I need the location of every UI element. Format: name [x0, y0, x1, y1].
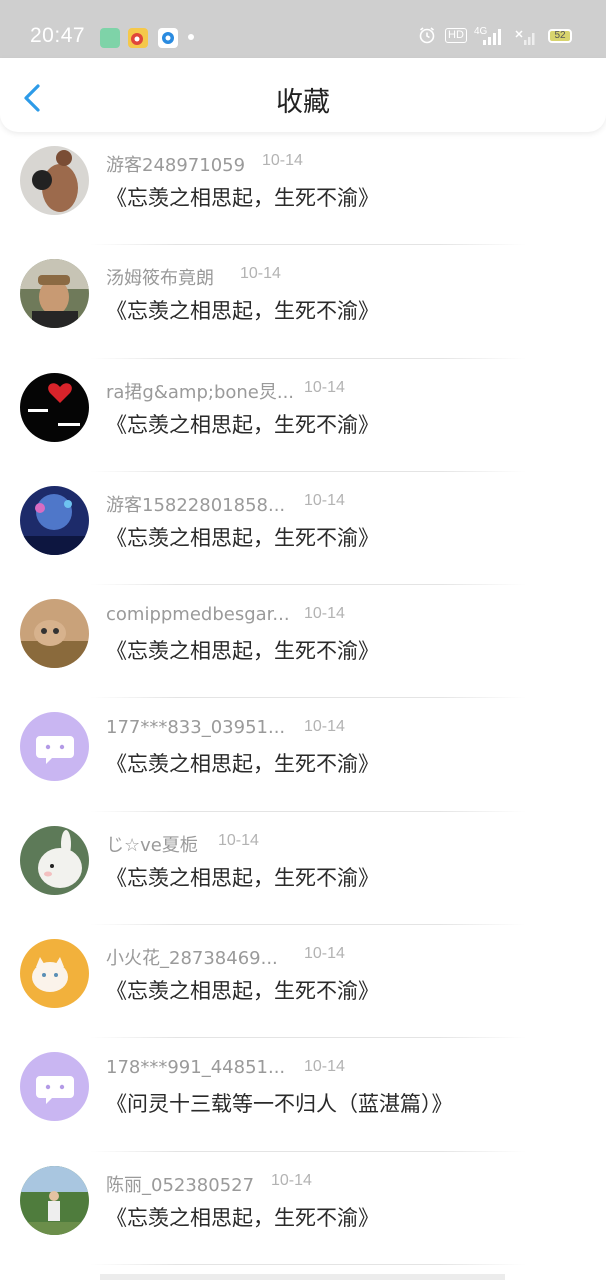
story-title: 《忘羡之相思起，生死不渝》 [106, 979, 379, 1004]
list-item[interactable]: 178***991_44851... 10-14 《问灵十三载等一不归人（蓝湛篇… [0, 1038, 606, 1152]
story-title: 《忘羡之相思起，生死不渝》 [106, 525, 379, 550]
avatar [20, 146, 89, 215]
item-date: 10-14 [304, 378, 345, 396]
list-item[interactable]: 177***833_03951... 10-14 《忘羡之相思起，生死不渝》 [0, 698, 606, 812]
user-name: comippmedbesgar... [106, 604, 290, 626]
item-date: 10-14 [240, 265, 281, 283]
item-date: 10-14 [262, 152, 303, 169]
story-title: 《忘羡之相思起，生死不渝》 [106, 639, 379, 664]
avatar [20, 939, 89, 1009]
more-notifications-dot [188, 34, 194, 40]
story-title: 《忘羡之相思起，生死不渝》 [106, 1205, 379, 1230]
user-name: ra捃g&amp;bone炅... [106, 381, 295, 403]
divider [90, 1263, 526, 1265]
item-date: 10-14 [304, 1058, 345, 1076]
page-title: 收藏 [276, 87, 330, 118]
item-date: 10-14 [304, 491, 345, 509]
user-name: 汤姆筱布竟朗 [106, 268, 214, 290]
story-title: 《忘羡之相思起，生死不渝》 [106, 299, 379, 324]
user-name: 178***991_44851... [106, 1057, 286, 1079]
list-item[interactable]: comippmedbesgar... 10-14 《忘羡之相思起，生死不渝》 [0, 585, 606, 699]
list-item[interactable]: ra捃g&amp;bone炅... 10-14 《忘羡之相思起，生死不渝》 [0, 359, 606, 472]
signal-2-icon [514, 28, 538, 49]
app-notification-icon [100, 28, 120, 48]
default-avatar [20, 712, 89, 782]
item-date: 10-14 [218, 831, 259, 849]
item-date: 10-14 [271, 1171, 312, 1189]
user-name: 小火花_28738469... [106, 948, 278, 970]
avatar [20, 259, 89, 329]
story-title: 《忘羡之相思起，生死不渝》 [106, 752, 379, 777]
list-item[interactable]: 陈丽_052380527 10-14 《忘羡之相思起，生死不渝》 [0, 1152, 606, 1265]
hd-icon: HD [445, 28, 467, 43]
avatar [20, 599, 89, 669]
header-bar: 收藏 [0, 58, 606, 132]
avatar [20, 372, 89, 442]
alarm-icon [418, 26, 436, 47]
story-title: 《忘羡之相思起，生死不渝》 [106, 412, 379, 437]
list-item[interactable]: 游客248971059 10-14 《忘羡之相思起，生死不渝》 [0, 132, 606, 246]
default-avatar [20, 1052, 89, 1122]
status-bar: 20:47 HD 4G 52 [0, 0, 606, 58]
list-item[interactable]: 汤姆筱布竟朗 10-14 《忘羡之相思起，生死不渝》 [0, 245, 606, 359]
weibo-icon [128, 28, 148, 48]
signal-icon [482, 28, 504, 49]
list-item[interactable]: 游客15822801858... 10-14 《忘羡之相思起，生死不渝》 [0, 472, 606, 586]
user-name: 游客15822801858... [106, 494, 286, 516]
favorites-list: 游客248971059 10-14 《忘羡之相思起，生死不渝》 汤姆筱布竟朗 1… [0, 132, 606, 1265]
avatar [20, 825, 89, 895]
item-date: 10-14 [304, 718, 345, 736]
story-title: 《忘羡之相思起，生死不渝》 [106, 186, 379, 210]
user-name: じ☆ve夏栀 [106, 834, 198, 856]
item-date: 10-14 [304, 945, 345, 963]
user-name: 游客248971059 [106, 155, 246, 176]
avatar [20, 485, 89, 555]
story-title: 《忘羡之相思起，生死不渝》 [106, 865, 379, 890]
item-date: 10-14 [304, 605, 345, 623]
app-icon-blue [158, 28, 178, 48]
avatar [20, 1165, 89, 1235]
next-item-peek [100, 1274, 505, 1280]
status-time: 20:47 [30, 24, 86, 47]
user-name: 陈丽_052380527 [106, 1174, 255, 1196]
battery-icon: 52 [548, 29, 572, 43]
list-item[interactable]: 小火花_28738469... 10-14 《忘羡之相思起，生死不渝》 [0, 925, 606, 1039]
story-title: 《问灵十三载等一不归人（蓝湛篇）》 [106, 1092, 453, 1117]
user-name: 177***833_03951... [106, 717, 286, 739]
list-item[interactable]: じ☆ve夏栀 10-14 《忘羡之相思起，生死不渝》 [0, 812, 606, 926]
